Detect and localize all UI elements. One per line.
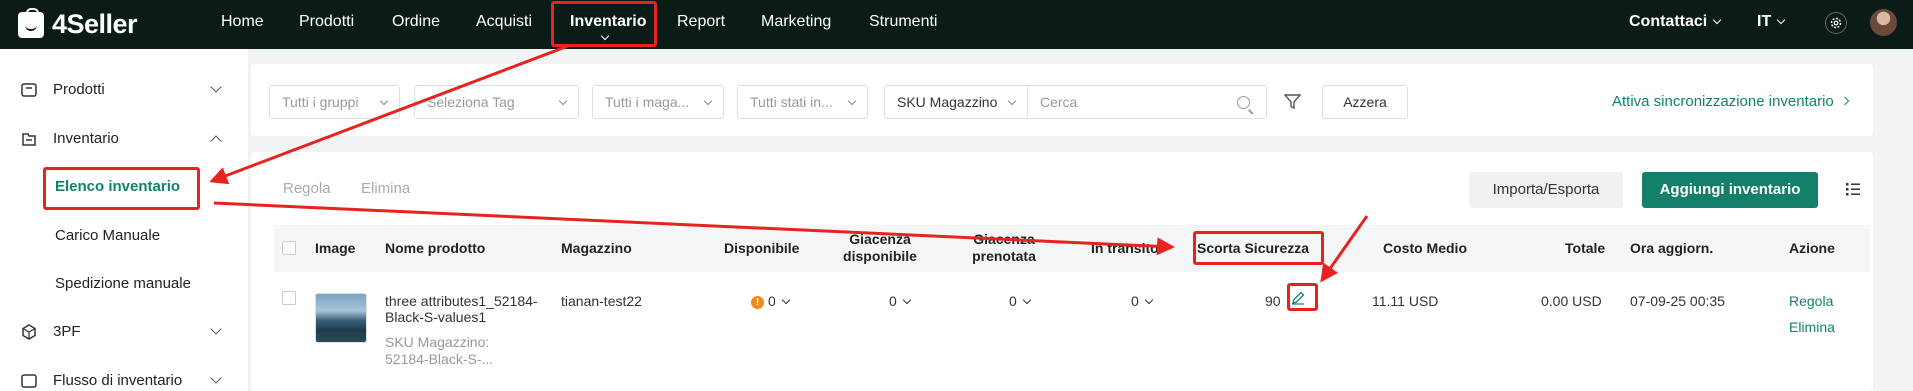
annotation-arrows (209, 44, 1369, 283)
annotation-arrow (1320, 215, 1369, 283)
annotation-arrow (213, 201, 1175, 256)
annotation-arrow (209, 44, 569, 185)
